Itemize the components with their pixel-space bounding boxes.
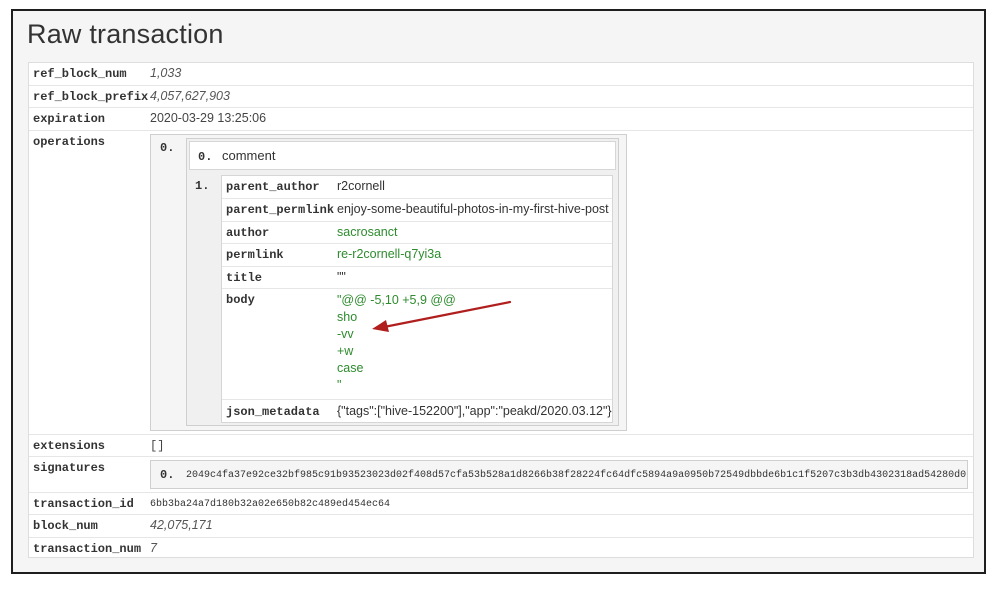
row-signatures: signatures 0. 2049c4fa37e92ce32bf985c91b… (29, 456, 973, 492)
operations-list: 0. 0. comment 1. parent_author r2cornell (150, 134, 627, 431)
payload-key: body (226, 293, 255, 307)
payload-key: author (226, 226, 270, 240)
type-index: 0. (198, 150, 213, 164)
field-value: 1,033 (150, 66, 182, 80)
row-transaction-id: transaction_id 6bb3ba24a7d180b32a02e650b… (29, 492, 973, 514)
field-value: 4,057,627,903 (150, 89, 230, 103)
row-transaction-num: transaction_num 7 (29, 537, 973, 557)
signature-value: 2049c4fa37e92ce32bf985c91b93523023d02f40… (186, 470, 967, 481)
field-value: 42,075,171 (150, 518, 213, 532)
payload-value: sacrosanct (337, 225, 398, 239)
payload-row-author: author sacrosanct (222, 221, 612, 243)
row-ref-block-num: ref_block_num 1,033 (29, 63, 973, 85)
field-key: signatures (33, 461, 106, 475)
transaction-table: ref_block_num 1,033 ref_block_prefix 4,0… (28, 62, 974, 558)
operation-index: 0. (160, 141, 175, 155)
body-line: +w (337, 344, 354, 358)
payload-value: enjoy-some-beautiful-photos-in-my-first-… (337, 202, 609, 216)
row-block-num: block_num 42,075,171 (29, 514, 973, 537)
row-expiration: expiration 2020-03-29 13:25:06 (29, 107, 973, 130)
field-key: expiration (33, 112, 106, 126)
body-line: "@@ -5,10 +5,9 @@ (337, 293, 456, 307)
signature-index: 0. (160, 468, 175, 482)
field-key: extensions (33, 439, 106, 453)
payload-row-permlink: permlink re-r2cornell-q7yi3a (222, 243, 612, 266)
payload-index: 1. (195, 179, 210, 193)
payload-key: json_metadata (226, 405, 320, 419)
field-value: [] (150, 439, 165, 453)
operation-payload: parent_author r2cornell parent_permlink … (221, 175, 613, 423)
payload-value: {"tags":["hive-152200"],"app":"peakd/202… (337, 404, 612, 418)
operation-type: comment (222, 148, 276, 163)
payload-row-body: body "@@ -5,10 +5,9 @@ sho -vv +w case " (222, 288, 612, 399)
row-ref-block-prefix: ref_block_prefix 4,057,627,903 (29, 85, 973, 107)
field-key: operations (33, 135, 106, 149)
raw-transaction-window: Raw transaction ref_block_num 1,033 ref_… (11, 9, 986, 574)
payload-value: r2cornell (337, 179, 385, 193)
operation-type-row: 0. comment (189, 141, 616, 170)
payload-key: permlink (226, 248, 284, 262)
field-value: 7 (150, 541, 157, 555)
body-line: sho (337, 310, 358, 324)
field-value: 6bb3ba24a7d180b32a02e650b82c489ed454ec64 (150, 499, 391, 510)
field-key: transaction_id (33, 497, 134, 511)
signatures-list: 0. 2049c4fa37e92ce32bf985c91b93523023d02… (150, 460, 968, 489)
body-line: case (337, 361, 364, 375)
payload-row-title: title "" (222, 266, 612, 288)
field-value: 2020-03-29 13:25:06 (150, 111, 267, 125)
field-key: ref_block_prefix (33, 90, 149, 104)
body-line: -vv (337, 327, 354, 341)
payload-row-parent-author: parent_author r2cornell (222, 176, 612, 198)
payload-key: title (226, 271, 263, 285)
operation-tuple: 0. comment 1. parent_author r2cornell pa… (186, 138, 619, 426)
body-line: " (337, 378, 342, 392)
payload-row-json-metadata: json_metadata {"tags":["hive-152200"],"a… (222, 399, 612, 423)
payload-key: parent_author (226, 180, 320, 194)
payload-key: parent_permlink (226, 203, 335, 217)
field-key: transaction_num (33, 542, 142, 556)
payload-value: "" (337, 270, 346, 284)
field-key: ref_block_num (33, 67, 127, 81)
page-title: Raw transaction (27, 19, 224, 49)
body-diff: "@@ -5,10 +5,9 @@ sho -vv +w case " (337, 292, 456, 394)
row-operations: operations 0. 0. comment 1. parent_autho… (29, 130, 973, 434)
row-extensions: extensions [] (29, 434, 973, 456)
field-key: block_num (33, 519, 98, 533)
payload-value: re-r2cornell-q7yi3a (337, 247, 442, 261)
payload-row-parent-permlink: parent_permlink enjoy-some-beautiful-pho… (222, 198, 612, 221)
